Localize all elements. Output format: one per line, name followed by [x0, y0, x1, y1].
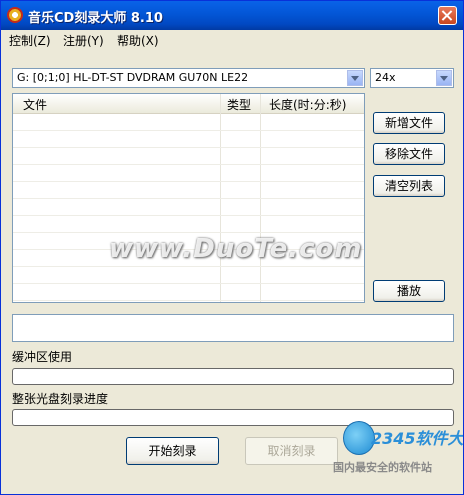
clear-list-button[interactable]: 清空列表 — [373, 175, 445, 197]
speed-select-value: 24x — [375, 71, 396, 84]
menu-control[interactable]: 控制(Z) — [9, 32, 51, 49]
buffer-usage-progress — [12, 368, 454, 385]
table-row — [13, 131, 364, 148]
menu-bar: 控制(Z) 注册(Y) 帮助(X) — [1, 30, 463, 49]
cancel-burn-button: 取消刻录 — [245, 437, 338, 465]
menu-help[interactable]: 帮助(X) — [117, 32, 159, 49]
table-row — [13, 199, 364, 216]
status-box — [12, 314, 454, 342]
add-file-button[interactable]: 新增文件 — [373, 112, 445, 134]
chevron-down-icon[interactable] — [436, 70, 452, 86]
column-length[interactable]: 长度(时:分:秒) — [269, 96, 346, 113]
speed-select[interactable]: 24x — [370, 68, 454, 88]
table-row — [13, 267, 364, 284]
drive-select-value: G: [0;1;0] HL-DT-ST DVDRAM GU70N LE22 — [17, 71, 249, 84]
chevron-down-icon[interactable] — [347, 70, 363, 86]
table-row — [13, 165, 364, 182]
table-row — [13, 148, 364, 165]
file-list[interactable]: 文件 类型 长度(时:分:秒) — [12, 93, 365, 303]
play-button[interactable]: 播放 — [373, 280, 445, 302]
column-type[interactable]: 类型 — [227, 96, 251, 113]
drive-select[interactable]: G: [0;1;0] HL-DT-ST DVDRAM GU70N LE22 — [12, 68, 365, 88]
window-title: 音乐CD刻录大师 8.10 — [28, 11, 163, 26]
table-row — [13, 114, 364, 131]
logo-2345-watermark: 2345软件大全 国内最安全的软件站 — [331, 421, 464, 477]
cd-app-icon — [7, 7, 23, 23]
title-bar[interactable]: 音乐CD刻录大师 8.10 — [1, 1, 463, 30]
column-file[interactable]: 文件 — [23, 96, 47, 113]
logo-2345-subtext: 国内最安全的软件站 — [333, 461, 432, 474]
menu-register[interactable]: 注册(Y) — [63, 32, 104, 49]
close-button[interactable] — [438, 6, 457, 25]
start-burn-button[interactable]: 开始刻录 — [126, 437, 219, 465]
duote-watermark: www.DuoTe.com — [109, 234, 363, 264]
disc-progress-label: 整张光盘刻录进度 — [12, 392, 109, 406]
buffer-usage-label: 缓冲区使用 — [12, 350, 73, 364]
table-row — [13, 216, 364, 233]
main-window: 音乐CD刻录大师 8.10 控制(Z) 注册(Y) 帮助(X) G: [0;1;… — [0, 0, 464, 495]
file-list-header: 文件 类型 长度(时:分:秒) — [13, 94, 364, 114]
remove-file-button[interactable]: 移除文件 — [373, 143, 445, 165]
table-row — [13, 284, 364, 301]
table-row — [13, 182, 364, 199]
logo-2345-text: 2345软件大全 — [371, 429, 464, 448]
